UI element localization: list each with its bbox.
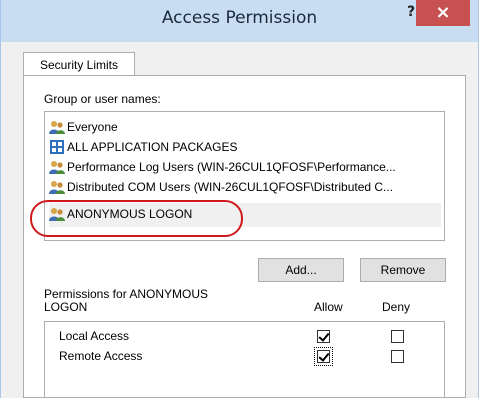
permission-label: Remote Access bbox=[59, 349, 143, 363]
list-item-label: Distributed COM Users (WIN-26CUL1QFOSF\D… bbox=[67, 180, 394, 194]
permissions-label-line1: Permissions for ANONYMOUS bbox=[44, 287, 209, 301]
deny-checkbox-local-access[interactable] bbox=[391, 330, 404, 343]
permission-label: Local Access bbox=[59, 329, 130, 343]
permissions-list: Local Access Remote Access bbox=[44, 321, 445, 398]
list-item-label: Everyone bbox=[67, 120, 118, 134]
permissions-label-line2: LOGON bbox=[44, 300, 88, 314]
allow-column-header: Allow bbox=[314, 300, 343, 314]
list-item-performance-log-users[interactable]: Performance Log Users (WIN-26CUL1QFOSF\P… bbox=[49, 158, 441, 178]
packages-icon bbox=[49, 139, 65, 155]
permission-row-local-access: Local Access bbox=[59, 329, 439, 347]
list-item-label: ALL APPLICATION PACKAGES bbox=[67, 140, 238, 154]
group-names-label: Group or user names: bbox=[44, 92, 161, 106]
access-permission-dialog: Access Permission ? × Security Limits Gr… bbox=[0, 0, 479, 398]
allow-checkbox-remote-access[interactable] bbox=[314, 347, 333, 366]
list-item-all-application-packages[interactable]: ALL APPLICATION PACKAGES bbox=[49, 138, 441, 158]
permission-row-remote-access: Remote Access bbox=[59, 347, 439, 367]
close-button[interactable]: × bbox=[416, 0, 470, 26]
list-item-label: Performance Log Users (WIN-26CUL1QFOSF\P… bbox=[67, 160, 396, 174]
tab-security-limits[interactable]: Security Limits bbox=[23, 52, 135, 76]
title-bar[interactable]: Access Permission ? × bbox=[1, 0, 478, 42]
users-icon bbox=[49, 159, 65, 175]
users-icon bbox=[49, 179, 65, 195]
list-item-everyone[interactable]: Everyone bbox=[49, 118, 441, 138]
list-item-distributed-com-users[interactable]: Distributed COM Users (WIN-26CUL1QFOSF\D… bbox=[49, 178, 441, 198]
allow-checkbox-local-access[interactable] bbox=[317, 330, 330, 343]
remove-button[interactable]: Remove bbox=[360, 258, 446, 282]
deny-checkbox-remote-access[interactable] bbox=[391, 350, 404, 363]
deny-column-header: Deny bbox=[382, 300, 411, 314]
highlight-annotation bbox=[30, 200, 243, 237]
users-icon bbox=[49, 119, 65, 135]
add-button[interactable]: Add... bbox=[258, 258, 344, 282]
